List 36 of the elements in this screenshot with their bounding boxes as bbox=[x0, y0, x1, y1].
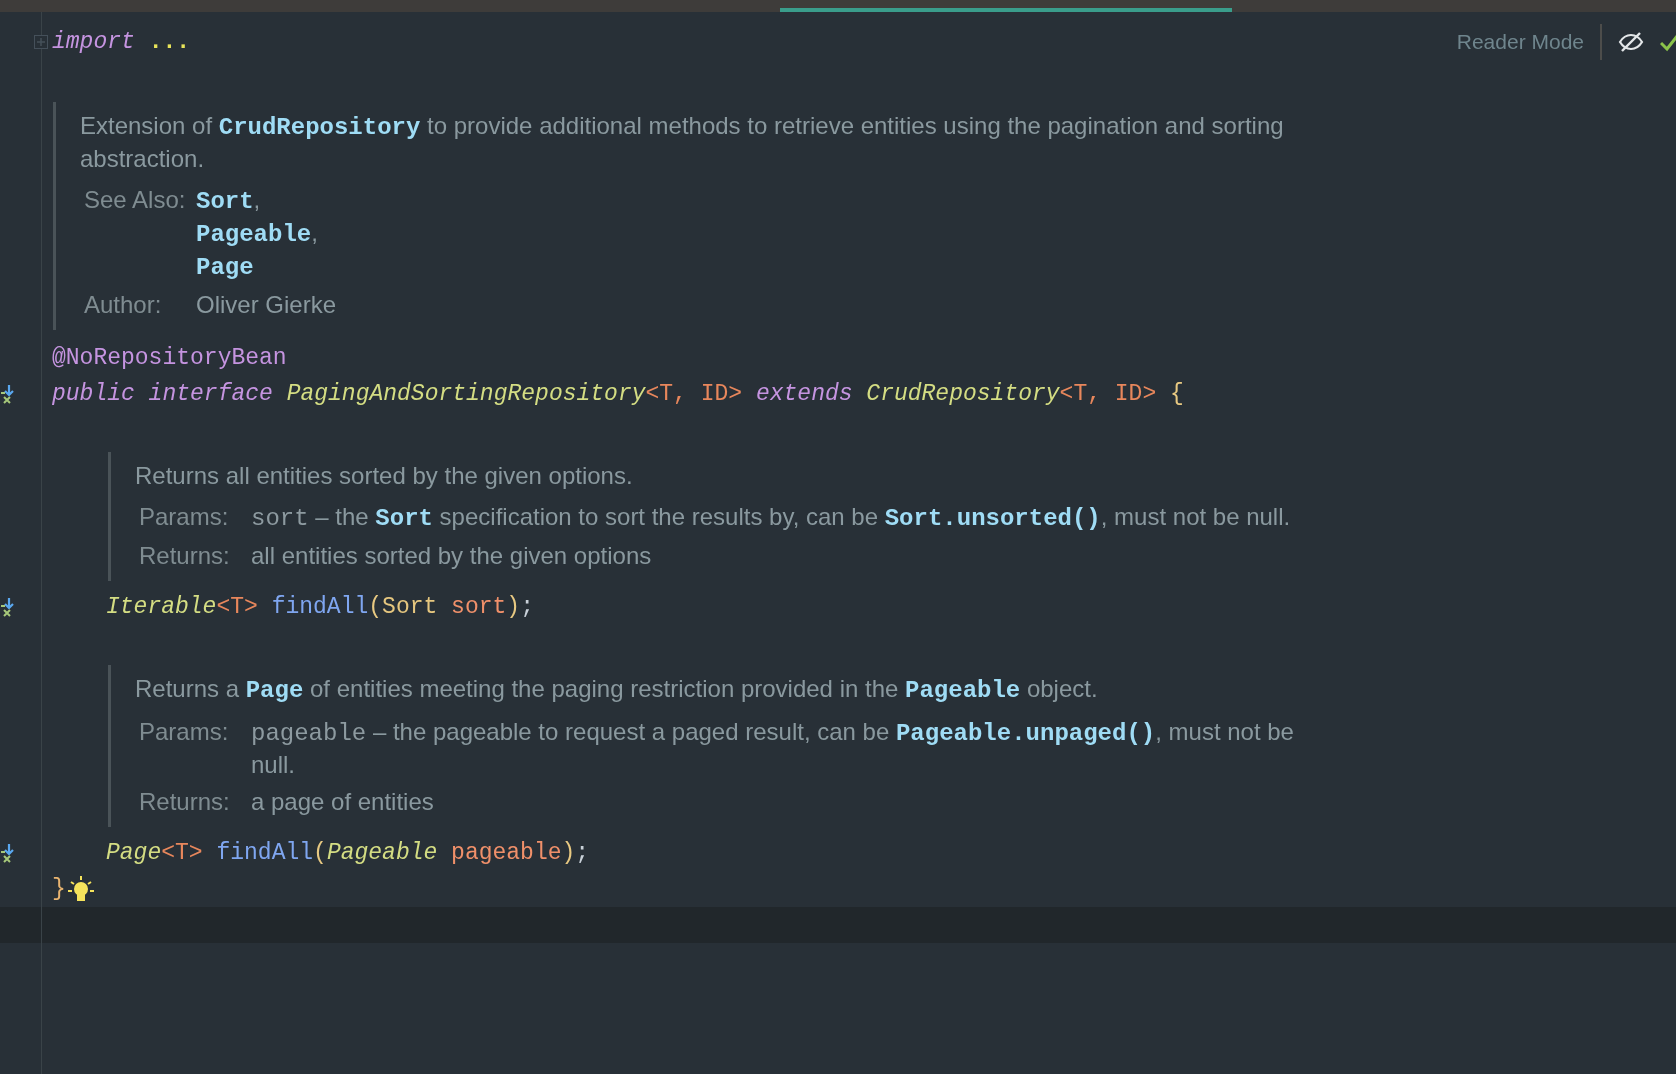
doc-tag-label: Params: bbox=[138, 502, 230, 532]
doc-tag-text: Pageable, bbox=[196, 218, 318, 250]
doc-summary: Returns all entities sorted by the given options. bbox=[135, 461, 634, 491]
code-line: } bbox=[52, 874, 66, 904]
doc-link[interactable]: Pageable bbox=[196, 221, 312, 248]
doc-tag-label: Returns: bbox=[138, 541, 231, 571]
doc-tag-text: all entities sorted by the given options bbox=[251, 541, 652, 571]
doc-link[interactable]: Sort bbox=[375, 505, 433, 532]
implemented-method-icon[interactable] bbox=[1, 843, 15, 863]
doc-link[interactable]: Pageable bbox=[905, 677, 1021, 704]
doc-link[interactable]: Page bbox=[196, 254, 254, 281]
doc-tag-text: pageable – the pageable to request a paged result, can be Pageable.unpaged(), must not be null. bbox=[251, 717, 1295, 780]
doc-link[interactable]: Sort bbox=[196, 188, 254, 215]
doc-summary: Extension of CrudRepository to provide additional methods to retrieve entities using the pagination and sorting abstraction. bbox=[80, 111, 1285, 174]
doc-link[interactable]: Pageable.unpaged() bbox=[895, 720, 1156, 747]
doc-tag-text: a page of entities bbox=[251, 787, 434, 817]
code-line: Iterable<T> findAll(Sort sort); bbox=[106, 592, 534, 622]
code-line: Page<T> findAll(Pageable pageable); bbox=[106, 838, 590, 868]
folded-import[interactable]: import ... bbox=[42, 24, 191, 60]
eye-crossed-icon[interactable] bbox=[1618, 31, 1644, 53]
implemented-method-icon[interactable] bbox=[1, 384, 15, 404]
doc-tag-text: sort – the Sort specification to sort the results by, can be Sort.unsorted(), must not be null. bbox=[251, 502, 1291, 534]
implemented-method-icon[interactable] bbox=[1, 597, 15, 617]
doc-tag-text: Oliver Gierke bbox=[196, 290, 337, 320]
code-line: public interface PagingAndSortingRepository<T, ID> extends CrudRepository<T, ID> { bbox=[52, 379, 1184, 409]
doc-tag-label: Author: bbox=[83, 290, 163, 320]
doc-link[interactable]: Page bbox=[245, 677, 304, 704]
doc-tag-label: Returns: bbox=[138, 787, 231, 817]
lightbulb-icon[interactable] bbox=[66, 874, 95, 904]
doc-tag-text: Sort, bbox=[196, 185, 262, 217]
code-line: @NoRepositoryBean bbox=[52, 343, 287, 373]
doc-link[interactable]: CrudRepository bbox=[218, 114, 421, 141]
doc-link[interactable]: Sort.unsorted() bbox=[884, 505, 1101, 532]
doc-tag-label: See Also: bbox=[83, 185, 187, 215]
doc-tag-label: Params: bbox=[138, 717, 230, 747]
doc-summary: Returns a Page of entities meeting the paging restriction provided in the Pageable object. bbox=[135, 674, 1099, 706]
